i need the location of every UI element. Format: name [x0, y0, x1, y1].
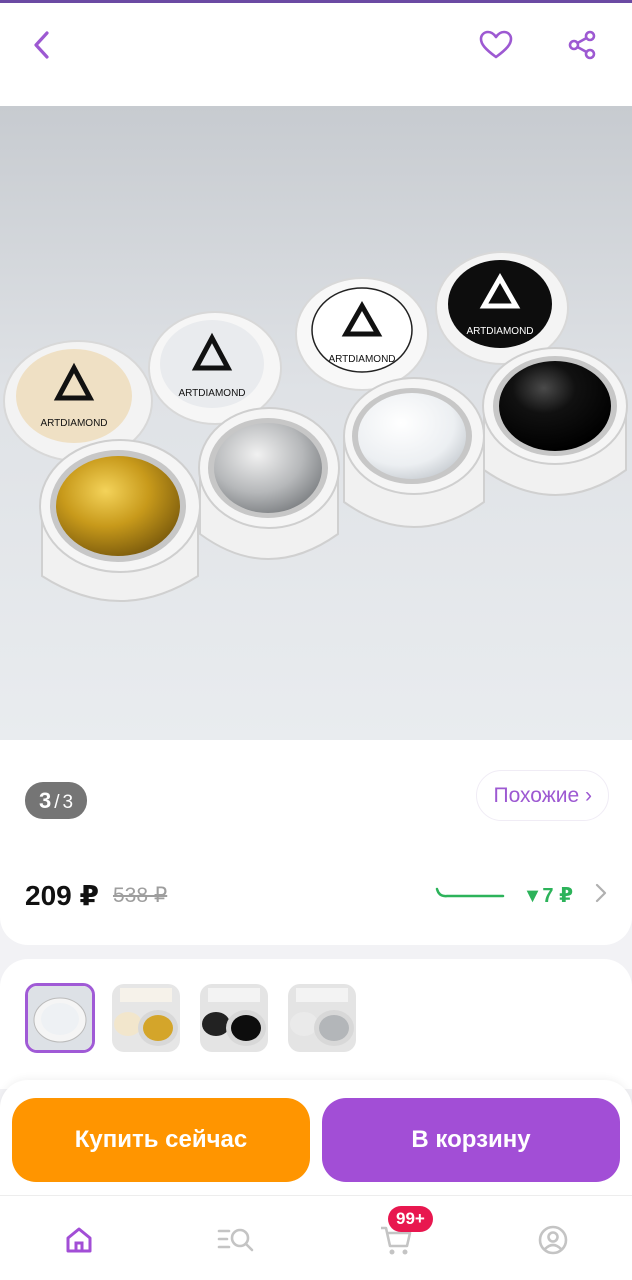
lid-silver: ARTDIAMOND — [148, 311, 282, 425]
top-bar — [0, 3, 632, 106]
action-bar: Купить сейчас В корзину — [0, 1080, 632, 1195]
thumbnail-4[interactable] — [288, 984, 356, 1052]
image-counter: 3 / 3 — [25, 782, 88, 819]
thumbnail-1[interactable] — [25, 983, 95, 1053]
price-trend-icon — [435, 883, 505, 908]
thumbnail-strip — [0, 959, 632, 1089]
bottom-nav: 99+ — [0, 1195, 632, 1280]
lid-white: ARTDIAMOND — [295, 277, 429, 391]
product-photo[interactable]: ARTDIAMOND ARTDIAMOND ARTDIAMOND ARTDIAM… — [0, 106, 632, 740]
lid-black: ARTDIAMOND — [435, 251, 569, 365]
thumbnail-3[interactable] — [200, 984, 268, 1052]
svg-text:ARTDIAMOND: ARTDIAMOND — [328, 354, 395, 365]
jar-black — [482, 347, 628, 496]
share-icon[interactable] — [562, 25, 602, 65]
cart-icon[interactable]: 99+ — [376, 1206, 433, 1260]
add-to-cart-button[interactable]: В корзину — [322, 1098, 620, 1182]
catalog-search-icon[interactable] — [216, 1220, 256, 1260]
similar-button[interactable]: Похожие › — [476, 770, 609, 821]
thumbnail-2[interactable] — [112, 984, 180, 1052]
svg-text:ARTDIAMOND: ARTDIAMOND — [178, 388, 245, 399]
chevron-right-icon — [595, 883, 607, 908]
cart-badge: 99+ — [388, 1206, 433, 1232]
jar-silver — [198, 407, 340, 560]
product-info-card: 3 / 3 Похожие › 209 ₽ 538 ₽ ▼7 ₽ — [0, 740, 632, 945]
buy-now-button[interactable]: Купить сейчас — [12, 1098, 310, 1182]
image-counter-current: 3 — [39, 788, 52, 813]
heart-icon[interactable] — [476, 25, 516, 65]
profile-icon[interactable] — [533, 1220, 573, 1260]
image-counter-separator: / — [54, 792, 60, 813]
svg-text:ARTDIAMOND: ARTDIAMOND — [466, 326, 533, 337]
old-price: 538 ₽ — [112, 883, 168, 907]
jar-gold — [39, 439, 201, 602]
svg-text:ARTDIAMOND: ARTDIAMOND — [40, 418, 107, 429]
home-icon[interactable] — [59, 1220, 99, 1260]
image-counter-total: 3 — [62, 792, 74, 813]
price-drop: ▼7 ₽ — [522, 884, 573, 907]
chevron-left-icon[interactable] — [22, 25, 62, 65]
price-row[interactable]: 209 ₽ 538 ₽ ▼7 ₽ — [25, 870, 607, 920]
jar-white — [343, 377, 485, 528]
current-price: 209 ₽ — [25, 879, 99, 911]
